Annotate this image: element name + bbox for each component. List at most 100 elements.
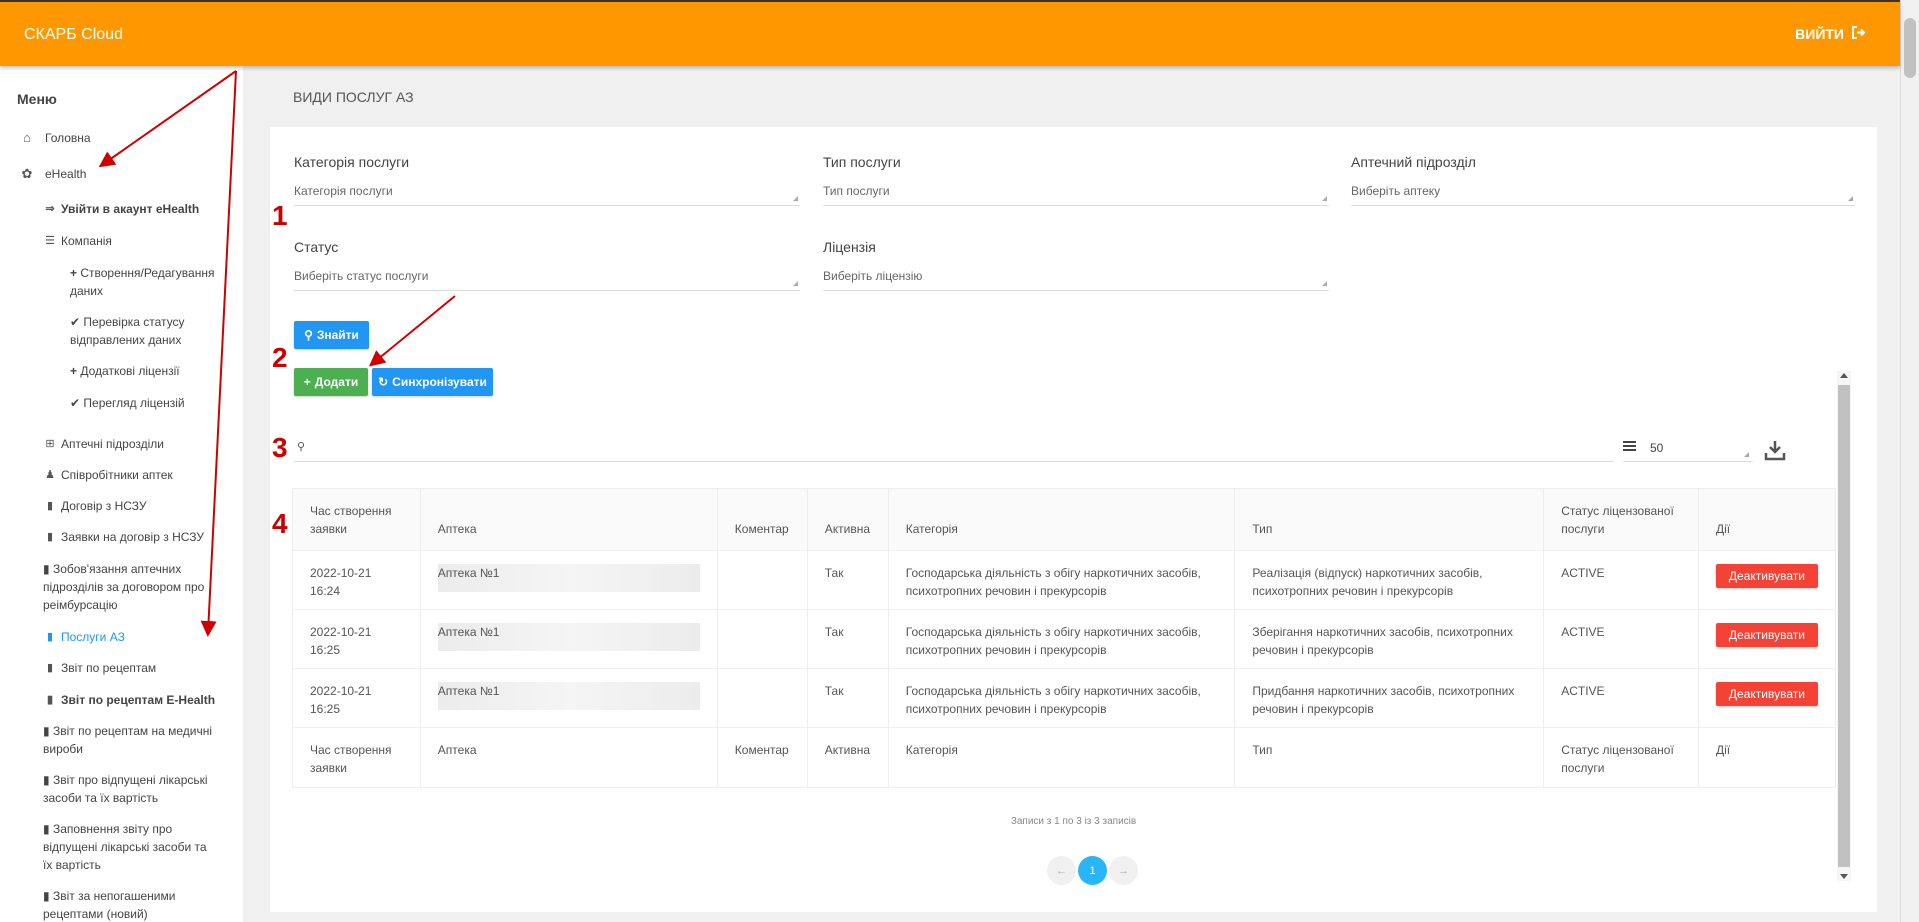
col-category[interactable]: Категорія [887,488,1236,551]
prev-page-button[interactable]: ← [1047,856,1076,885]
sidebar: Меню ⌂ Головна ✿ eHealth ⇒ Увійти в акау… [0,66,243,922]
sidebar-item-label: Перегляд ліцензій [83,396,185,410]
scroll-up-icon[interactable] [1840,373,1848,378]
sidebar-item-label: Звіт по рецептам [61,661,157,675]
sidebar-item-ehealth[interactable]: ✿ eHealth [17,165,87,183]
sidebar-item-create-edit[interactable]: + Створення/Редагування даних [70,264,230,300]
page-size-select[interactable]: 50 [1623,438,1753,462]
deactivate-button[interactable]: Деактивувати [1715,623,1818,647]
deactivate-button[interactable]: Деактивувати [1715,682,1818,706]
cell-comment [716,668,808,728]
window-scrollbar[interactable] [1900,0,1919,922]
sidebar-item-nszu-requests[interactable]: ▮ Заявки на договір з НСЗУ [43,528,204,546]
deactivate-button[interactable]: Деактивувати [1715,564,1818,588]
annotation-4: 4 [272,508,288,539]
page-1-button[interactable]: 1 [1078,856,1107,885]
services-table: Час створення заявки Аптека Коментар Акт… [292,488,1837,788]
sidebar-item-obligations[interactable]: ▮ Зобов'язання аптечних підрозділів за д… [43,560,213,614]
file-icon: ▮ [43,562,50,576]
plus-icon: + [70,266,78,280]
table-scrollbar-thumb[interactable] [1838,385,1850,867]
col-active[interactable]: Активна [806,488,889,551]
sidebar-item-prescription-report-ehealth[interactable]: ▮ Звіт по рецептам E-Health [43,691,215,709]
scroll-down-icon[interactable] [1840,874,1848,879]
select-caret-icon [1322,196,1327,201]
file-icon: ▮ [46,631,54,643]
brand-title[interactable]: СКАРБ Cloud [24,26,123,44]
sidebar-item-prescription-report[interactable]: ▮ Звіт по рецептам [43,659,156,677]
sidebar-item-label: Послуги АЗ [61,630,125,644]
list-icon [1623,441,1636,453]
sidebar-item-home[interactable]: ⌂ Головна [17,129,91,147]
logout-button[interactable]: ВИЙТИ [1795,26,1866,42]
table-scrollbar[interactable] [1837,371,1851,881]
sidebar-item-label: Звіт по рецептам E-Health [61,693,216,707]
sidebar-item-label: Заповнення звіту про відпущені лікарські… [43,822,207,872]
file-icon: ▮ [46,531,54,543]
sidebar-item-label: Створення/Редагування даних [70,266,215,298]
sidebar-item-nszu-contract[interactable]: ▮ Договір з НСЗУ [43,497,147,515]
cell-time: 2022-10-21 16:25 [292,609,421,669]
sidebar-item-extra-licenses[interactable]: + Додаткові ліцензії [70,362,230,380]
sidebar-item-dispensed-report[interactable]: ▮ Звіт про відпущені лікарські засоби та… [43,771,218,807]
sync-button[interactable]: ↻ Синхронізувати [372,368,493,396]
cell-apteka-text: Аптека №1 [437,566,500,580]
select-caret-icon [1848,196,1853,201]
category-select[interactable]: Категорія послуги [294,182,800,206]
sidebar-item-label: Звіт за непогашеними рецептами (новий) [43,889,176,921]
table-search-input[interactable]: ⚲ [294,438,1614,462]
page-size-value: 50 [1650,441,1664,455]
sidebar-item-fill-dispensed-report[interactable]: ▮ Заповнення звіту про відпущені лікарсь… [43,820,218,874]
status-label: Статус [294,239,339,255]
foot-apteka: Аптека [419,727,718,788]
page-title: ВИДИ ПОСЛУГ АЗ [293,89,414,105]
download-icon[interactable] [1764,439,1786,461]
sidebar-item-company[interactable]: ☰ Компанія [43,232,112,250]
cell-status: ACTIVE [1543,668,1699,728]
col-license-status[interactable]: Статус ліцензованої послуги [1543,488,1699,551]
sidebar-item-text: ▮ Звіт по рецептам на медичні вироби [43,722,218,758]
col-comment[interactable]: Коментар [716,488,808,551]
sidebar-item-medical-devices-report[interactable]: ▮ Звіт по рецептам на медичні вироби [43,722,218,758]
table-footer-row: Час створення заявки Аптека Коментар Акт… [292,727,1837,788]
cell-category: Господарська діяльність з обігу наркотич… [887,550,1236,610]
pharmacy-select[interactable]: Виберіть аптеку [1351,182,1855,206]
sidebar-item-check-status[interactable]: ✔ Перевірка статусу відправлених даних [70,313,230,349]
status-select[interactable]: Виберіть статус послуги [294,267,800,291]
sidebar-item-ehealth-login[interactable]: ⇒ Увійти в акаунт eHealth [43,200,199,218]
check-icon: ✔ [70,315,81,329]
foot-actions: Дії [1697,727,1837,788]
add-button[interactable]: + Додати [294,368,368,396]
col-type[interactable]: Тип [1234,488,1545,551]
cell-status: ACTIVE [1543,550,1699,610]
sidebar-item-pharmacy-staff[interactable]: ♟ Співробітники аптек [43,466,173,484]
license-select[interactable]: Виберіть ліцензію [823,267,1329,291]
cell-apteka-text: Аптека №1 [437,625,500,639]
cell-actions: Деактивувати [1697,668,1837,728]
sidebar-item-text: ✔ Перегляд ліцензій [70,394,185,412]
file-icon: ▮ [46,662,54,674]
sidebar-item-label: Договір з НСЗУ [61,499,147,513]
col-apteka[interactable]: Аптека [419,488,718,551]
sidebar-item-label: Компанія [61,234,112,248]
annotation-3: 3 [272,432,288,463]
next-page-button[interactable]: → [1109,856,1138,885]
plus-icon: + [303,375,311,389]
sidebar-item-services-az[interactable]: ▮ Послуги АЗ [43,628,125,646]
sidebar-item-label: Додаткові ліцензії [80,364,180,378]
cell-apteka-text: Аптека №1 [437,684,500,698]
type-select[interactable]: Тип послуги [823,182,1329,206]
sidebar-item-pharmacy-units[interactable]: ⊞ Аптечні підрозділи [43,435,164,453]
cell-category: Господарська діяльність з обігу наркотич… [887,609,1236,669]
cell-time: 2022-10-21 16:25 [292,668,421,728]
find-button[interactable]: ⚲ Знайти [294,321,369,349]
sidebar-item-unredeemed-report[interactable]: ▮ Звіт за непогашеними рецептами (новий) [43,887,208,922]
main-content: ВИДИ ПОСЛУГ АЗ Категорія послуги Категор… [243,66,1900,922]
col-created-time[interactable]: Час створення заявки [292,488,421,551]
sidebar-item-view-licenses[interactable]: ✔ Перегляд ліцензій [70,394,230,412]
refresh-icon: ↻ [378,375,389,389]
window-scrollbar-thumb[interactable] [1904,18,1916,78]
deactivate-button-label: Деактивувати [1728,687,1805,701]
leaf-icon: ✿ [21,166,33,181]
records-info: Записи з 1 по 3 із 3 записів [1010,816,1137,827]
